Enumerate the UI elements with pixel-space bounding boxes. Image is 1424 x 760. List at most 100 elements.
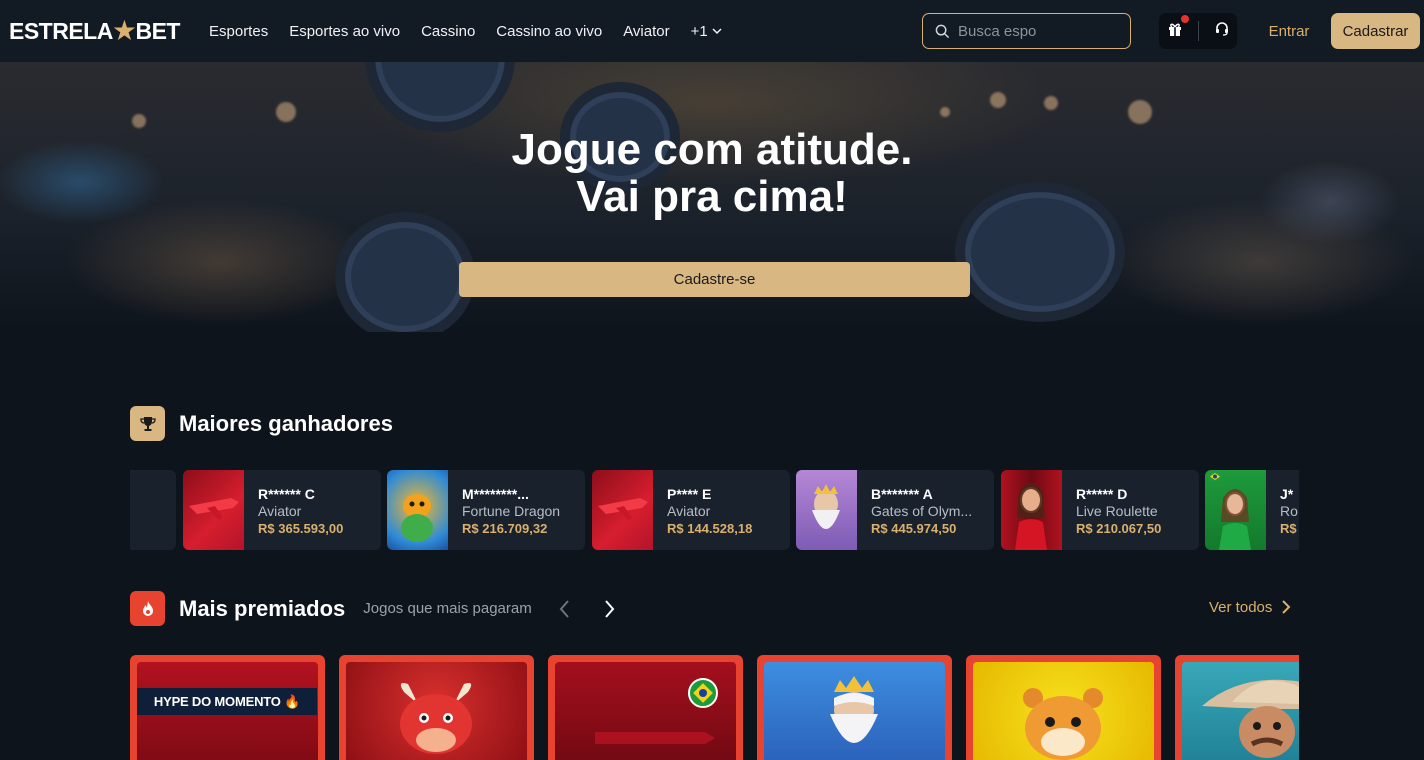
fire-icon bbox=[130, 591, 165, 626]
login-button[interactable]: Entrar bbox=[1260, 13, 1318, 49]
view-all-label: Ver todos bbox=[1209, 598, 1273, 616]
winners-section-title: Maiores ganhadores bbox=[179, 410, 393, 436]
logo-text-right: BET bbox=[135, 17, 180, 44]
winner-amount: R$ 210.067,50 bbox=[1076, 521, 1162, 536]
header-icon-group bbox=[1159, 13, 1237, 49]
winner-card[interactable]: B******* A Gates of Olym... R$ 445.974,5… bbox=[796, 470, 994, 550]
top-paid-section-header: Mais premiados Jogos que mais pagaram bbox=[130, 591, 532, 626]
register-button[interactable]: Cadastrar bbox=[1331, 13, 1420, 49]
trophy-icon bbox=[130, 406, 165, 441]
winner-card[interactable]: P**** E Aviator R$ 144.528,18 bbox=[592, 470, 790, 550]
top-paid-section-subtitle: Jogos que mais pagaram bbox=[363, 600, 532, 617]
winner-game: ette bbox=[130, 486, 176, 503]
hero-title: Jogue com atitude. Vai pra cima! bbox=[0, 126, 1424, 220]
winner-card[interactable]: R****** C Aviator R$ 365.593,00 bbox=[183, 470, 381, 550]
winners-carousel: ette 00 R****** C Aviator R$ 365.593,00 … bbox=[130, 470, 1299, 550]
brazilian-roulette-thumbnail bbox=[1205, 470, 1266, 550]
nav-item-cassino-ao-vivo[interactable]: Cassino ao vivo bbox=[496, 23, 602, 40]
winner-name: J* bbox=[1280, 486, 1294, 502]
gates-of-olympus-thumbnail bbox=[796, 470, 857, 550]
cowboy-game-art bbox=[1182, 662, 1299, 760]
hero-signup-button[interactable]: Cadastre-se bbox=[459, 262, 970, 297]
winner-card[interactable]: M********... Fortune Dragon R$ 216.709,3… bbox=[387, 470, 585, 550]
winner-amount: R$ bbox=[1280, 521, 1297, 536]
game-card[interactable] bbox=[1175, 655, 1299, 760]
winner-name: R***** D bbox=[1076, 486, 1128, 502]
main-nav: Esportes Esportes ao vivo Cassino Cassin… bbox=[209, 0, 723, 62]
nav-more-dropdown[interactable]: +1 bbox=[691, 23, 723, 40]
gift-button[interactable] bbox=[1167, 14, 1189, 42]
fortune-dragon-thumbnail bbox=[387, 470, 448, 550]
top-paid-games-carousel: HYPE DO MOMENTO 🔥 bbox=[130, 655, 1299, 760]
game-card[interactable]: HYPE DO MOMENTO 🔥 bbox=[130, 655, 325, 760]
nav-item-esportes-ao-vivo[interactable]: Esportes ao vivo bbox=[289, 23, 400, 40]
logo-text-left: ESTRELA bbox=[9, 17, 113, 44]
casino-chip-image bbox=[365, 62, 515, 132]
winner-game: Aviator bbox=[258, 503, 302, 519]
nav-item-cassino[interactable]: Cassino bbox=[421, 23, 475, 40]
winner-amount: R$ 365.593,00 bbox=[258, 521, 344, 536]
winner-amount: 00 bbox=[130, 503, 176, 520]
top-paid-section-title: Mais premiados bbox=[179, 595, 346, 621]
brazil-flag-icon bbox=[688, 678, 718, 708]
winner-name: R****** C bbox=[258, 486, 315, 502]
winner-name: P**** E bbox=[667, 486, 712, 502]
bokeh-light bbox=[1128, 100, 1152, 124]
bokeh-light bbox=[940, 107, 950, 117]
chevron-right-icon[interactable] bbox=[599, 597, 619, 621]
game-card[interactable] bbox=[757, 655, 952, 760]
nav-item-esportes[interactable]: Esportes bbox=[209, 23, 268, 40]
search-input[interactable] bbox=[958, 22, 1118, 40]
winner-game: Ro bbox=[1280, 503, 1298, 519]
logo-star-icon: ★ bbox=[111, 15, 137, 46]
top-header: ESTRELA ★ BET Esportes Esportes ao vivo … bbox=[0, 0, 1424, 62]
search-icon bbox=[935, 24, 950, 38]
carousel-arrows bbox=[555, 597, 619, 621]
winner-amount: R$ 144.528,18 bbox=[667, 521, 753, 536]
aviator-brazil-game-art bbox=[555, 662, 736, 760]
winner-card[interactable]: ette 00 bbox=[130, 470, 176, 550]
fortune-ox-game-art bbox=[346, 662, 527, 760]
search-box[interactable] bbox=[922, 13, 1131, 49]
bokeh-light bbox=[276, 102, 296, 122]
live-roulette-thumbnail bbox=[1001, 470, 1062, 550]
winner-name: M********... bbox=[462, 486, 529, 502]
winner-amount: R$ 216.709,32 bbox=[462, 521, 548, 536]
aviator-thumbnail bbox=[183, 470, 244, 550]
icon-divider bbox=[1197, 21, 1199, 41]
bokeh-light bbox=[1044, 96, 1058, 110]
view-all-link[interactable]: Ver todos bbox=[1209, 598, 1292, 616]
winner-name: B******* A bbox=[871, 486, 933, 502]
winner-card[interactable]: R***** D Live Roulette R$ 210.067,50 bbox=[1001, 470, 1199, 550]
winner-game: Fortune Dragon bbox=[462, 503, 561, 519]
game-card[interactable] bbox=[548, 655, 743, 760]
notification-dot bbox=[1180, 14, 1189, 23]
game-card[interactable] bbox=[966, 655, 1161, 760]
casino-chip-image bbox=[335, 212, 475, 332]
hero-banner: Jogue com atitude. Vai pra cima! Cadastr… bbox=[0, 62, 1424, 332]
hero-title-line2: Vai pra cima! bbox=[576, 172, 848, 221]
chevron-left-icon[interactable] bbox=[555, 597, 575, 621]
game-card[interactable] bbox=[339, 655, 534, 760]
gift-icon bbox=[1168, 23, 1181, 36]
winners-section-header: Maiores ganhadores bbox=[130, 406, 393, 441]
chevron-right-icon bbox=[1282, 600, 1291, 614]
aviator-thumbnail bbox=[592, 470, 653, 550]
bokeh-light bbox=[990, 92, 1006, 108]
chevron-down-icon bbox=[712, 28, 722, 35]
winner-amount: R$ 445.974,50 bbox=[871, 521, 957, 536]
hype-badge: HYPE DO MOMENTO 🔥 bbox=[137, 688, 317, 715]
estrelabet-logo[interactable]: ESTRELA ★ BET bbox=[9, 16, 180, 46]
fortune-tiger-game-art bbox=[973, 662, 1154, 760]
winner-game: Gates of Olym... bbox=[871, 503, 973, 519]
winner-game: Live Roulette bbox=[1076, 503, 1158, 519]
nav-more-label: +1 bbox=[690, 22, 708, 40]
aviator-game-art: HYPE DO MOMENTO 🔥 bbox=[137, 662, 318, 760]
nav-item-aviator[interactable]: Aviator bbox=[623, 23, 669, 40]
winner-card[interactable]: J* Ro R$ bbox=[1205, 470, 1299, 550]
hero-title-line1: Jogue com atitude. bbox=[511, 125, 913, 174]
support-button[interactable] bbox=[1214, 21, 1230, 42]
winner-game: Aviator bbox=[667, 503, 711, 519]
gates-of-olympus-game-art bbox=[764, 662, 945, 760]
headset-icon bbox=[1215, 21, 1228, 36]
